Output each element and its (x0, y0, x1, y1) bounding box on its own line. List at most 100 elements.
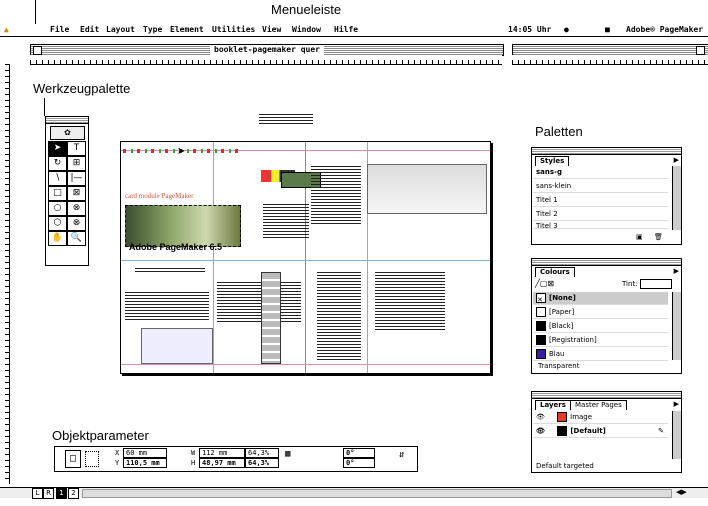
palette-drag-bar[interactable] (532, 392, 681, 399)
eye-icon[interactable]: 👁 (536, 413, 545, 421)
colours-scrollbar[interactable] (672, 292, 681, 360)
app-menu[interactable]: Adobe® PageMaker (626, 25, 703, 34)
polygon-frame-tool-icon[interactable]: ⊗ (67, 216, 86, 231)
menu-edit[interactable]: Edit (80, 25, 99, 34)
style-item[interactable]: sans-klein (533, 180, 668, 193)
tab-colours[interactable]: Colours (535, 267, 575, 277)
page-icon-left[interactable]: L (32, 488, 43, 499)
palette-menu-arrow-icon[interactable]: ▶ (674, 267, 679, 275)
control-palette: □ X 60 mm Y 110,5 mm W 112 mm H 48,97 mm… (54, 446, 418, 472)
menu-type[interactable]: Type (143, 25, 162, 34)
colour-item[interactable]: Blau (533, 348, 668, 361)
zoom-box-icon[interactable] (696, 46, 705, 55)
flip-icon[interactable]: ⇵ (399, 450, 404, 460)
rotate-tool-icon[interactable]: ↻ (48, 156, 67, 171)
zoom-tool-icon[interactable]: 🔍 (67, 231, 86, 246)
page-icon-right[interactable]: R (43, 488, 54, 499)
tint-field[interactable] (640, 279, 672, 289)
callout-line-toolbox (44, 98, 45, 116)
horizontal-scrollbar[interactable] (82, 489, 672, 498)
y-field[interactable]: 110,5 mm (123, 458, 167, 468)
y-label: Y (115, 459, 120, 467)
palette-drag-bar[interactable] (532, 148, 681, 155)
styles-scrollbar[interactable] (672, 166, 681, 230)
scale-y-field[interactable]: 64,3% (245, 458, 279, 468)
tab-layers[interactable]: Layers (535, 400, 571, 410)
body-text (311, 166, 361, 226)
text-tool-icon[interactable]: T (67, 141, 86, 156)
colour-label: Blau (549, 350, 565, 358)
rotation-field[interactable]: 0° (343, 448, 375, 458)
scale-x-field[interactable]: 64,3% (245, 448, 279, 458)
ellipse-frame-tool-icon[interactable]: ⊗ (67, 201, 86, 216)
colours-footer: Transparent (538, 362, 580, 370)
page-icon-1[interactable]: 1 (56, 488, 67, 499)
layer-label: [Default] (570, 427, 606, 435)
reference-point-icon[interactable] (85, 451, 99, 467)
rectangle-tool-icon[interactable]: □ (48, 186, 67, 201)
colour-item[interactable]: [Black] (533, 320, 668, 333)
menu-view[interactable]: View (262, 25, 281, 34)
clock: 14:05 Uhr (508, 25, 552, 34)
fill-stroke-icons[interactable]: ╱▢⊠ (535, 279, 554, 288)
h-label: H (191, 459, 196, 467)
hand-tool-icon[interactable]: ✋ (48, 231, 67, 246)
eye-icon[interactable]: 👁 (536, 427, 545, 435)
selected-image[interactable] (125, 205, 241, 247)
layer-item[interactable]: 👁 [Default] ✎ (533, 425, 668, 438)
w-field[interactable]: 112 mm (199, 448, 245, 458)
page-icon-2[interactable]: 2 (68, 488, 79, 499)
scroll-arrows-icon[interactable]: ◀▶ (676, 488, 687, 496)
trash-icon[interactable]: 🗑 (654, 233, 663, 241)
polygon-tool-icon[interactable]: ⬡ (48, 216, 67, 231)
menu-layout[interactable]: Layout (106, 25, 135, 34)
toolbox-drag-bar[interactable] (46, 117, 88, 124)
apple-icon[interactable]: ▲ (4, 25, 9, 34)
rectangle-frame-tool-icon[interactable]: ⊠ (67, 186, 86, 201)
layer-item[interactable]: 👁 Image (533, 411, 668, 424)
body-text (217, 282, 301, 322)
cursor-arrow-icon: ➤ (177, 146, 186, 157)
h-field[interactable]: 48,97 mm (199, 458, 245, 468)
crop-tool-icon[interactable]: ⊞ (67, 156, 86, 171)
screenshot-figure (141, 328, 213, 364)
menu-hilfe[interactable]: Hilfe (334, 25, 358, 34)
keyboard-flag-icon[interactable]: ■ (605, 25, 610, 34)
line-tool-icon[interactable]: ∖ (48, 171, 67, 186)
pasteboard-text (259, 114, 313, 125)
ellipse-tool-icon[interactable]: ○ (48, 201, 67, 216)
palette-menu-arrow-icon[interactable]: ▶ (674, 400, 679, 408)
style-item[interactable]: Titel 3 (533, 220, 668, 229)
style-item[interactable]: sans-g (533, 166, 668, 179)
colour-label: [Paper] (549, 308, 575, 316)
colour-item[interactable]: ✕ [None] (533, 292, 668, 305)
menu-window[interactable]: Window (292, 25, 321, 34)
palette-drag-bar[interactable] (532, 259, 681, 266)
balloon-help-icon[interactable]: ● (564, 25, 569, 34)
style-item[interactable]: Titel 1 (533, 194, 668, 207)
palette-menu-arrow-icon[interactable]: ▶ (674, 156, 679, 164)
colours-palette: Colours ▶ ╱▢⊠ Tint: ✕ [None] [Paper] [Bla… (531, 258, 682, 374)
colour-item[interactable]: [Registration] (533, 334, 668, 347)
constrained-line-tool-icon[interactable]: |— (67, 171, 86, 186)
proportion-icon[interactable]: ▦ (285, 449, 290, 459)
column-guide (213, 142, 214, 373)
toolbox-logo-icon: ✿ (50, 126, 85, 140)
layers-scrollbar[interactable] (672, 411, 681, 459)
close-box-icon[interactable] (33, 46, 42, 55)
skew-field[interactable]: 0° (343, 458, 375, 468)
menu-element[interactable]: Element (170, 25, 204, 34)
menu-utilities[interactable]: Utilities (212, 25, 255, 34)
window-title: booklet-pagemaker quer (210, 45, 324, 55)
tab-styles[interactable]: Styles (535, 156, 570, 166)
tab-master-pages[interactable]: Master Pages (570, 400, 627, 410)
colour-item[interactable]: [Paper] (533, 306, 668, 319)
x-field[interactable]: 60 mm (123, 448, 167, 458)
w-label: W (191, 449, 196, 457)
new-style-icon[interactable]: ▣ (636, 233, 643, 241)
page-spread[interactable]: card module PageMaker Adobe PageMaker 6.… (120, 141, 491, 374)
pointer-tool-icon[interactable]: ➤ (48, 141, 67, 156)
pen-icon: ✎ (658, 427, 664, 435)
apply-button[interactable]: □ (65, 450, 81, 468)
menu-file[interactable]: File (50, 25, 69, 34)
